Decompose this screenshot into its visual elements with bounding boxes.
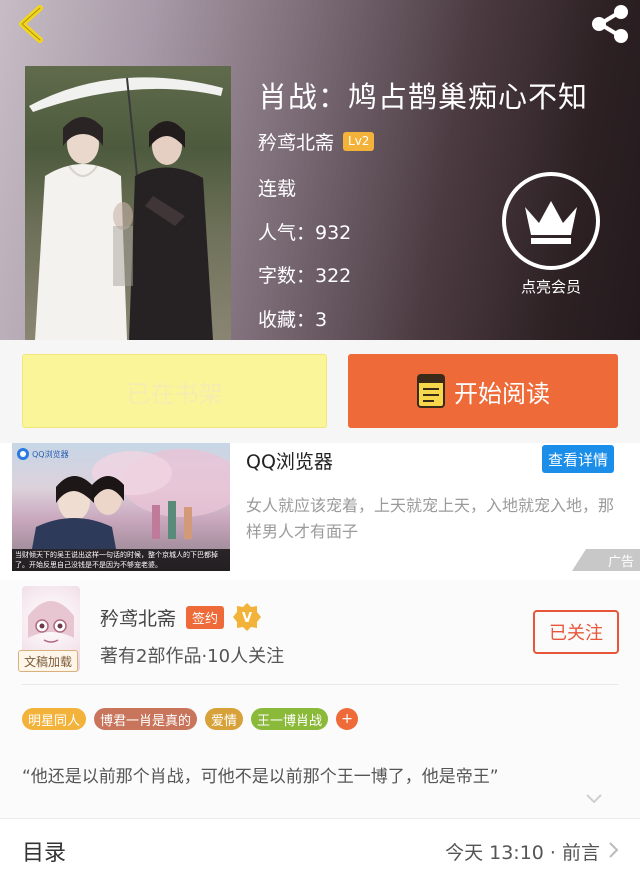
book-icon [417,374,445,408]
avatar-tag: 文稿加载 [18,650,78,672]
vip-button[interactable]: 点亮会员 [500,172,602,302]
writer-stats: 著有2部作品·10人关注 [100,646,285,667]
action-bar: 已在书架 开始阅读 [0,340,640,443]
writer-line: 矜鸢北斋 签约 V [100,602,262,632]
book-favorites: 收藏：3 [258,309,328,331]
book-title: 肖战：鸠占鹊巢痴心不知 [258,80,589,114]
ad-view-details-button[interactable]: 查看详情 [542,445,614,473]
tag-chip[interactable]: 爱情 [205,708,244,730]
back-button[interactable] [8,4,52,44]
table-of-contents-row[interactable]: 目录 今天 13:10 · 前言 [0,818,640,877]
cover-illustration [29,77,223,340]
ad-description[interactable]: 女人就应该宠着，上天就宠上天，入地就宠入地，那样男人才有面子 [246,493,624,545]
chevron-right-icon [609,842,619,858]
share-icon [592,5,628,43]
start-reading-button[interactable]: 开始阅读 [348,354,618,428]
book-word-count: 字数：322 [258,265,352,287]
share-button[interactable] [588,4,632,44]
svg-text:V: V [242,611,252,626]
book-status: 连载 [258,178,297,200]
author-level-badge: Lv2 [343,132,375,151]
ad-logo: QQ浏览器 [16,447,69,461]
chevron-down-icon[interactable] [584,792,604,806]
vip-circle [502,172,600,270]
ad-title[interactable]: QQ浏览器 [246,447,333,474]
followed-button[interactable]: 已关注 [533,610,619,654]
book-popularity: 人气：932 [258,222,352,244]
ad-image[interactable]: QQ浏览器 当财倾天下的吴王说出这样一句话的时候，整个京城人的下巴都掉了。开始反… [12,443,230,571]
back-arrow-icon [19,5,43,43]
verified-v-icon: V [233,603,262,631]
more-tags-button[interactable]: + [336,708,359,730]
toc-label: 目录 [22,841,67,866]
book-cover[interactable] [25,66,231,340]
crown-icon [525,201,577,244]
vip-label: 点亮会员 [520,278,581,296]
tag-chip[interactable]: 博君一肖是真的 [94,708,198,730]
book-intro-quote[interactable]: “他还是以前那个肖战，可他不是以前那个王一博了，他是帝王” [22,762,499,787]
author-card: 文稿加载 矜鸢北斋 签约 V 著有2部作品·10人关注 已关注 明星同人 博君一肖… [0,580,640,877]
author-name[interactable]: 矜鸢北斋 [258,128,334,155]
ad-label-badge: 广告 [572,549,640,571]
in-shelf-label: 已在书架 [126,379,223,408]
latest-update: 今天 13:10 · 前言 [445,842,600,864]
ad-badge-text: 广告 [607,554,634,570]
start-reading-label: 开始阅读 [454,379,550,408]
signed-badge: 签约 [186,605,225,629]
tag-chip[interactable]: 明星同人 [22,708,87,730]
in-shelf-button[interactable]: 已在书架 [22,354,327,428]
writer-name[interactable]: 矜鸢北斋 [100,604,176,631]
tag-list: 明星同人 博君一肖是真的 爱情 王一博肖战 + [22,708,359,730]
book-header: 肖战：鸠占鹊巢痴心不知 矜鸢北斋 Lv2 连载 人气：932 字数：322 收藏… [0,0,640,340]
qq-browser-icon [17,448,29,460]
ad-image-caption: 当财倾天下的吴王说出这样一句话的时候，整个京城人的下巴都掉了。开始反思自己没钱是… [12,549,230,571]
tag-chip[interactable]: 王一博肖战 [251,708,329,730]
author-line[interactable]: 矜鸢北斋 Lv2 [258,128,375,155]
divider [22,684,618,685]
ad-banner[interactable]: QQ浏览器 当财倾天下的吴王说出这样一句话的时候，整个京城人的下巴都掉了。开始反… [0,443,640,580]
ad-logo-text: QQ浏览器 [32,449,69,459]
